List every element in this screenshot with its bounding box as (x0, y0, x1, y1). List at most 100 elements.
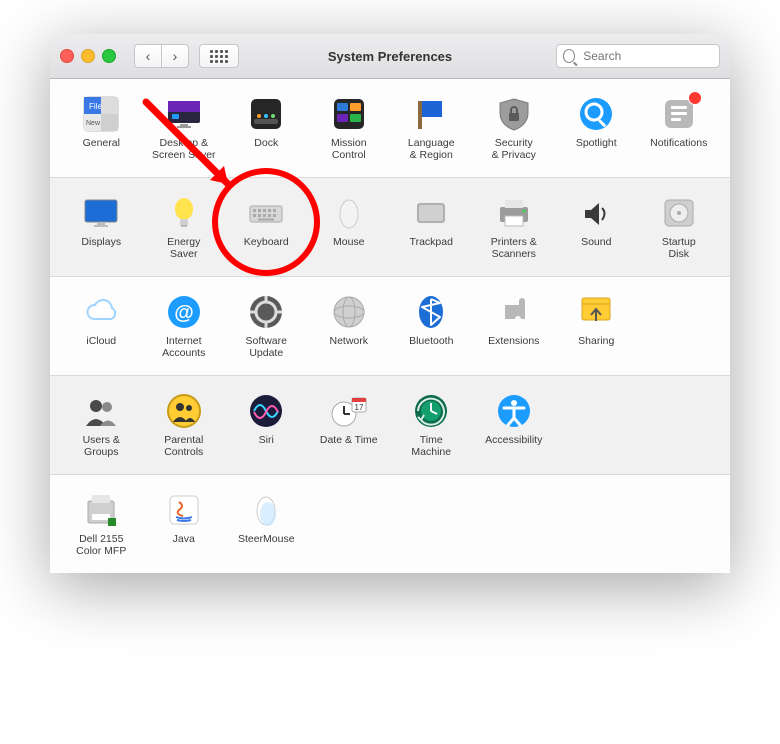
sharing-icon (577, 293, 615, 331)
pref-item-label: Dock (254, 137, 278, 161)
pref-item-label: Keyboard (244, 236, 289, 260)
pref-item-keyboard[interactable]: Keyboard (225, 190, 308, 266)
pref-item-label: Java (173, 533, 195, 557)
internet-accounts-icon (165, 293, 203, 331)
pref-item-sharing[interactable]: Sharing (555, 289, 638, 365)
pref-item-network[interactable]: Network (308, 289, 391, 365)
pref-item-icloud[interactable]: iCloud (60, 289, 143, 365)
time-machine-icon (412, 392, 450, 430)
pref-item-label: Desktop & Screen Saver (152, 137, 216, 161)
pref-item-label: Bluetooth (409, 335, 453, 359)
pref-item-siri[interactable]: Siri (225, 388, 308, 464)
back-button[interactable]: ‹ (134, 44, 161, 68)
pref-item-label: Startup Disk (662, 236, 696, 260)
pref-item-dock[interactable]: Dock (225, 91, 308, 167)
search-input[interactable] (581, 48, 713, 64)
pref-item-date-time[interactable]: Date & Time (308, 388, 391, 464)
search-field[interactable] (556, 44, 720, 68)
pref-item-startup-disk[interactable]: Startup Disk (638, 190, 721, 266)
pref-row: iCloud Internet Accounts Software Update Ne… (50, 276, 730, 375)
pref-item-label: Security & Privacy (492, 137, 536, 161)
pref-item-java[interactable]: Java (143, 487, 226, 563)
language-region-icon (412, 95, 450, 133)
pref-item-label: Sound (581, 236, 611, 260)
pref-item-extensions[interactable]: Extensions (473, 289, 556, 365)
pref-item-label: Time Machine (411, 434, 451, 458)
chevron-right-icon: › (173, 49, 178, 63)
accessibility-icon (495, 392, 533, 430)
trackpad-icon (412, 194, 450, 232)
pref-row: Users & Groups Parental Controls Siri Date … (50, 375, 730, 474)
show-all-button[interactable] (199, 44, 239, 68)
java-icon (165, 491, 203, 529)
pref-item-label: Extensions (488, 335, 539, 359)
pref-pane-grid: General Desktop & Screen Saver Dock Mission… (50, 79, 730, 573)
search-icon (563, 49, 575, 63)
pref-item-printers-scanners[interactable]: Printers & Scanners (473, 190, 556, 266)
pref-item-language-region[interactable]: Language & Region (390, 91, 473, 167)
system-preferences-window: ‹ › System Preferences GeneralDesktop & … (50, 34, 730, 573)
pref-item-label: Date & Time (320, 434, 378, 458)
chevron-left-icon: ‹ (146, 49, 151, 63)
pref-row: Displays Energy Saver Keyboard Mouse Trackpa… (50, 177, 730, 276)
pref-item-trackpad[interactable]: Trackpad (390, 190, 473, 266)
forward-button[interactable]: › (161, 44, 189, 68)
grid-icon (210, 50, 228, 63)
date-time-icon (330, 392, 368, 430)
pref-item-users-groups[interactable]: Users & Groups (60, 388, 143, 464)
pref-item-label: Displays (81, 236, 121, 260)
pref-item-accessibility[interactable]: Accessibility (473, 388, 556, 464)
pref-item-sound[interactable]: Sound (555, 190, 638, 266)
pref-item-dell-2155[interactable]: Dell 2155 Color MFP (60, 487, 143, 563)
pref-item-bluetooth[interactable]: Bluetooth (390, 289, 473, 365)
maximize-button[interactable] (102, 49, 116, 63)
extensions-icon (495, 293, 533, 331)
pref-item-label: Siri (259, 434, 274, 458)
pref-item-energy-saver[interactable]: Energy Saver (143, 190, 226, 266)
steermouse-icon (247, 491, 285, 529)
pref-item-label: Users & Groups (83, 434, 120, 458)
pref-item-label: Accessibility (485, 434, 542, 458)
software-update-icon (247, 293, 285, 331)
pref-item-notifications[interactable]: Notifications (638, 91, 721, 167)
pref-item-parental-controls[interactable]: Parental Controls (143, 388, 226, 464)
notifications-icon (660, 95, 698, 133)
energy-saver-icon (165, 194, 203, 232)
parental-controls-icon (165, 392, 203, 430)
pref-item-desktop[interactable]: Desktop & Screen Saver (143, 91, 226, 167)
pref-item-label: Trackpad (410, 236, 453, 260)
pref-item-security-privacy[interactable]: Security & Privacy (473, 91, 556, 167)
displays-icon (82, 194, 120, 232)
pref-item-label: Sharing (578, 335, 614, 359)
desktop-icon (165, 95, 203, 133)
siri-icon (247, 392, 285, 430)
pref-row: Dell 2155 Color MFP Java SteerMouse (50, 474, 730, 573)
window-controls (60, 49, 116, 63)
pref-item-label: Dell 2155 Color MFP (76, 533, 126, 557)
minimize-button[interactable] (81, 49, 95, 63)
pref-item-label: Printers & Scanners (491, 236, 537, 260)
pref-item-displays[interactable]: Displays (60, 190, 143, 266)
close-button[interactable] (60, 49, 74, 63)
pref-item-steermouse[interactable]: SteerMouse (225, 487, 308, 563)
pref-item-label: Parental Controls (164, 434, 203, 458)
pref-item-label: Mouse (333, 236, 365, 260)
pref-item-general[interactable]: General (60, 91, 143, 167)
pref-item-label: Software Update (246, 335, 287, 359)
pref-item-internet-accounts[interactable]: Internet Accounts (143, 289, 226, 365)
general-icon (82, 95, 120, 133)
network-icon (330, 293, 368, 331)
mission-control-icon (330, 95, 368, 133)
pref-item-label: General (83, 137, 120, 161)
pref-item-label: Spotlight (576, 137, 617, 161)
pref-item-label: Notifications (650, 137, 707, 161)
printers-scanners-icon (495, 194, 533, 232)
pref-item-spotlight[interactable]: Spotlight (555, 91, 638, 167)
startup-disk-icon (660, 194, 698, 232)
pref-item-label: Internet Accounts (162, 335, 205, 359)
pref-item-mouse[interactable]: Mouse (308, 190, 391, 266)
pref-item-mission-control[interactable]: Mission Control (308, 91, 391, 167)
pref-item-label: Language & Region (408, 137, 455, 161)
pref-item-software-update[interactable]: Software Update (225, 289, 308, 365)
pref-item-time-machine[interactable]: Time Machine (390, 388, 473, 464)
